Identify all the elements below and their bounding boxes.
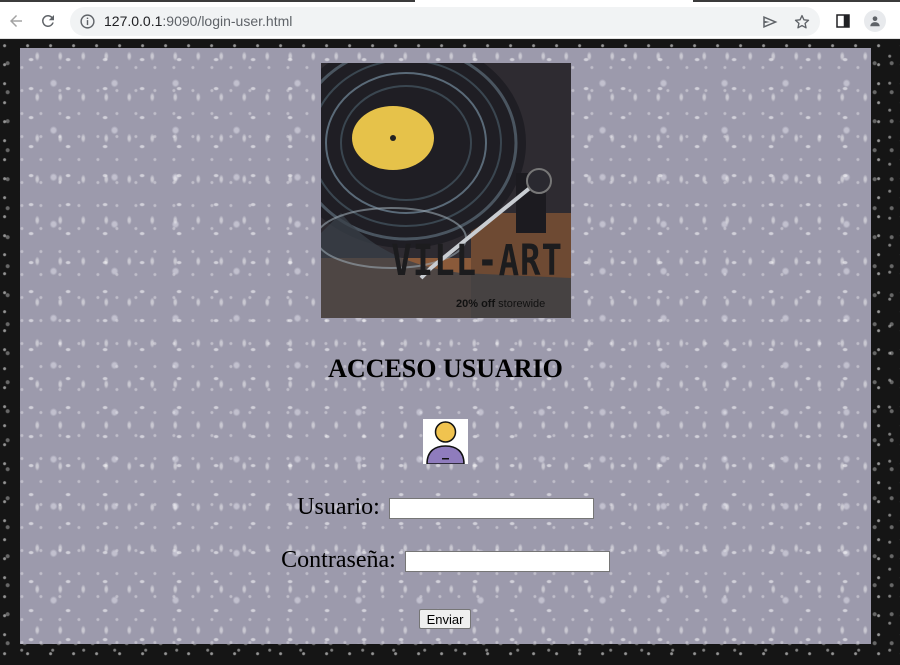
password-row: Contraseña:: [20, 547, 871, 574]
side-panel-button[interactable]: [829, 7, 857, 35]
password-input[interactable]: [404, 550, 610, 572]
browser-toolbar: 127.0.0.1:9090/login-user.html: [0, 2, 900, 39]
reload-icon: [42, 14, 54, 27]
username-input[interactable]: [388, 497, 594, 519]
profile-button[interactable]: [861, 7, 889, 35]
reload-button[interactable]: [34, 7, 62, 35]
page-background: VILL-ART 20% off storewide ACCESO USUARI…: [0, 40, 900, 665]
username-label: Usuario:: [297, 494, 380, 520]
cover-brand-text: VILL-ART: [391, 236, 563, 286]
password-label: Contraseña:: [281, 547, 396, 573]
page-title: ACCESO USUARIO: [328, 354, 563, 383]
side-panel-icon: [836, 14, 850, 28]
user-avatar-icon: [423, 419, 468, 464]
bookmark-button[interactable]: [788, 8, 816, 36]
send-icon: [763, 16, 778, 28]
url-text[interactable]: 127.0.0.1:9090/login-user.html: [104, 13, 292, 29]
info-icon[interactable]: [79, 13, 96, 30]
submit-button[interactable]: Enviar: [419, 609, 471, 629]
back-arrow-icon: [10, 15, 22, 27]
star-icon: [794, 14, 810, 29]
promo-discount: 20% off: [456, 298, 496, 310]
promo-scope: storewide: [495, 298, 546, 310]
address-bar[interactable]: 127.0.0.1:9090/login-user.html: [70, 7, 820, 36]
album-cover-image: VILL-ART 20% off storewide: [321, 63, 571, 318]
url-host: 127.0.0.1: [104, 13, 163, 29]
send-button[interactable]: [756, 8, 784, 36]
profile-icon: [864, 10, 886, 32]
cover-promo-text: 20% off storewide: [456, 298, 545, 310]
url-path: :9090/login-user.html: [162, 13, 293, 29]
login-card: VILL-ART 20% off storewide ACCESO USUARI…: [20, 48, 871, 644]
back-button[interactable]: [2, 7, 30, 35]
username-row: Usuario:: [20, 494, 871, 521]
